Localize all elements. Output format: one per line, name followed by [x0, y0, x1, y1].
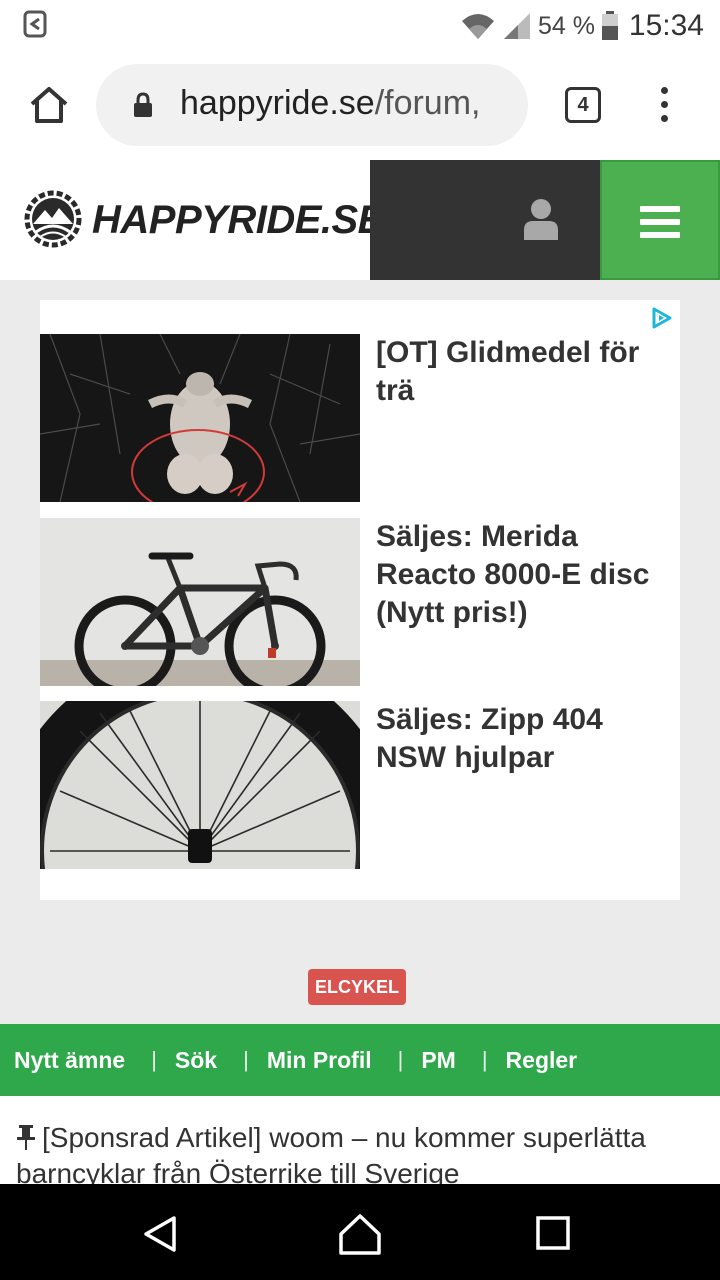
tab-switcher-button[interactable]: 4 — [565, 87, 601, 123]
app-notification-icon — [23, 10, 47, 38]
nav-pm-link[interactable]: PM — [421, 1047, 456, 1074]
adchoices-icon[interactable] — [650, 306, 674, 330]
overflow-menu-icon[interactable] — [654, 84, 674, 124]
category-tag[interactable]: ELCYKEL — [308, 969, 406, 1005]
pin-icon — [17, 1125, 35, 1150]
site-logo-text[interactable]: HAPPYRIDE.SE — [92, 198, 384, 243]
user-icon — [524, 199, 558, 240]
lock-icon — [134, 92, 152, 117]
user-account-button[interactable] — [370, 160, 600, 280]
ad-thumbnail[interactable] — [40, 518, 360, 686]
nav-search-link[interactable]: Sök — [175, 1047, 217, 1074]
screen: 54 % 15:34 happyride.se/forum, 4 HAPPYRI… — [0, 0, 720, 1280]
signal-icon — [503, 13, 530, 39]
sponsored-ad-widget: [OT] Glidmedel för trä Säljes: Merida Re… — [40, 300, 680, 900]
battery-percent: 54 % — [537, 11, 595, 40]
url-path: /forum, — [374, 84, 481, 122]
topic-list: [Sponsrad Artikel] woom – nu kommer supe… — [0, 1096, 720, 1184]
sticky-topic[interactable]: [Sponsrad Artikel] woom – nu kommer supe… — [16, 1120, 696, 1184]
ad-thumbnail[interactable] — [40, 334, 360, 502]
nav-new-topic-link[interactable]: Nytt ämne — [14, 1047, 125, 1074]
address-bar[interactable]: happyride.se/forum, — [96, 64, 528, 146]
ad-item[interactable]: [OT] Glidmedel för trä — [40, 334, 680, 502]
ad-thumbnail[interactable] — [40, 701, 360, 869]
status-indicators: 54 % 15:34 — [460, 6, 704, 46]
nav-rules-link[interactable]: Regler — [506, 1047, 578, 1074]
ad-title[interactable]: Säljes: Zipp 404 NSW hjulpar — [376, 701, 666, 777]
logo-icon[interactable] — [24, 190, 82, 248]
battery-icon — [601, 11, 618, 40]
ad-title[interactable]: [OT] Glidmedel för trä — [376, 334, 666, 410]
wifi-icon — [461, 14, 494, 39]
recents-icon[interactable] — [536, 1216, 570, 1250]
clock: 15:34 — [628, 9, 704, 42]
nav-separator: | — [243, 1047, 249, 1072]
site-header: HAPPYRIDE.SE — [0, 160, 720, 280]
ad-item[interactable]: Säljes: Merida Reacto 8000-E disc (Nytt … — [40, 518, 680, 686]
ad-item[interactable]: Säljes: Zipp 404 NSW hjulpar — [40, 701, 680, 869]
hamburger-icon — [640, 206, 680, 238]
nav-separator: | — [481, 1047, 488, 1072]
sticky-topic-title[interactable]: [Sponsrad Artikel] woom – nu kommer supe… — [16, 1122, 646, 1184]
nav-separator: | — [397, 1047, 404, 1072]
url-text: happyride.se/forum, — [180, 84, 481, 123]
system-nav-bar — [0, 1184, 720, 1280]
nav-separator: | — [151, 1047, 157, 1072]
home-icon[interactable] — [28, 84, 70, 126]
system-home-icon[interactable] — [338, 1212, 382, 1256]
url-domain: happyride.se — [180, 84, 375, 122]
forum-nav-bar: Nytt ämne | Sök | Min Profil | PM | Regl… — [0, 1024, 720, 1096]
status-bar: 54 % 15:34 — [0, 0, 720, 50]
main-menu-button[interactable] — [600, 160, 720, 280]
nav-profile-link[interactable]: Min Profil — [267, 1047, 372, 1074]
ad-title[interactable]: Säljes: Merida Reacto 8000-E disc (Nytt … — [376, 518, 666, 632]
back-icon[interactable] — [140, 1214, 180, 1254]
browser-toolbar: happyride.se/forum, 4 — [0, 50, 720, 160]
